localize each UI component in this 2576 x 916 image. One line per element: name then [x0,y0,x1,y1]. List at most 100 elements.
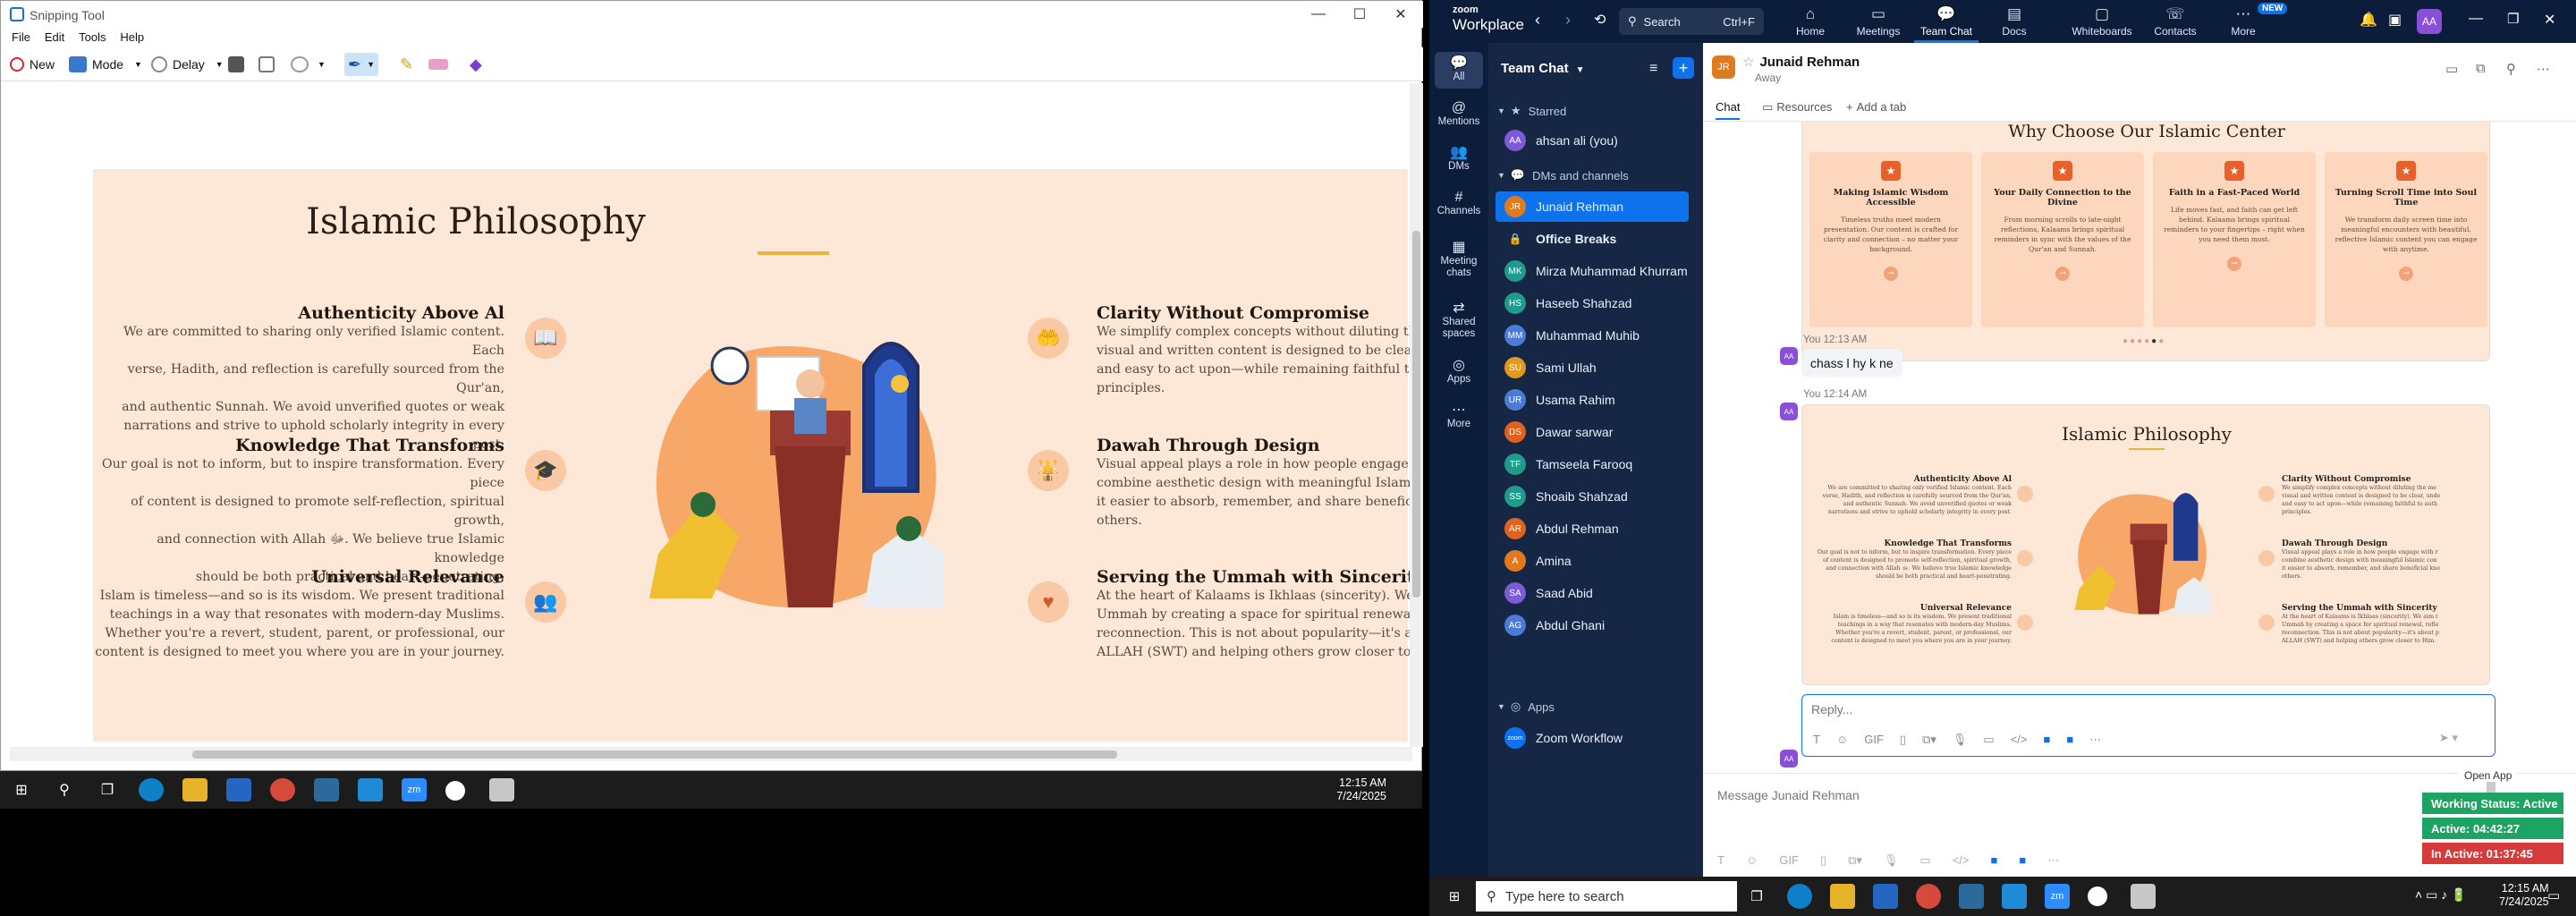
send-icon[interactable]: ➤ ▾ [2439,731,2458,745]
more-icon[interactable]: ⋯ [2047,853,2059,868]
filter-icon[interactable]: ≡ [1649,61,1657,77]
windows-start-icon[interactable]: ⊞ [9,778,34,802]
taskbar-search-input[interactable]: ⚲ Type here to search [1476,881,1737,912]
store-icon[interactable] [226,778,251,802]
app-icon[interactable] [1959,884,1984,909]
list-item[interactable]: SU Sami Ullah [1488,352,1703,383]
rail-dms[interactable]: 👥 DMs [1429,146,1488,173]
save-button[interactable] [228,53,250,76]
clock[interactable]: 12:15 AM 7/24/2025 [2499,882,2549,909]
new-snip-button[interactable]: New [10,53,55,76]
message-image[interactable]: Islamic Philosophy Authenticity Above Al… [1801,404,2490,685]
reply-input[interactable] [1811,700,2473,718]
list-item[interactable]: TF Tamseela Farooq [1488,449,1703,479]
maximize-button[interactable]: ☐ [1339,1,1380,28]
copy-button[interactable] [258,53,280,76]
menu-help[interactable]: Help [120,28,144,47]
mode-button[interactable]: Mode ▼ [69,53,142,76]
list-item[interactable]: A Amina [1488,546,1703,576]
rail-mentions[interactable]: @ Mentions [1429,101,1488,128]
scroll-thumb[interactable] [1412,231,1420,598]
minimize-button[interactable]: — [2469,11,2483,27]
search-icon[interactable]: ⚲ [52,778,77,802]
add-tab-button[interactable]: + Add a tab [1846,100,1906,114]
list-item[interactable]: AG Abdul Ghani [1488,610,1703,640]
delay-button[interactable]: Delay ▼ [151,53,224,76]
menu-file[interactable]: File [12,28,30,47]
code-icon[interactable]: </> [2011,733,2028,747]
section-apps[interactable]: ▼ ◎ Apps [1488,694,1703,719]
new-chat-button[interactable]: + [1673,57,1694,79]
zoom-taskbar-icon[interactable]: zm [2045,884,2070,909]
snipping-tool-taskbar-icon[interactable] [2131,884,2156,909]
app-icon[interactable]: ■ [2066,733,2073,747]
store-icon[interactable] [1873,884,1898,909]
list-item[interactable]: JR Junaid Rehman [1496,191,1689,222]
clock[interactable]: 12:15 AM 7/24/2025 [1336,776,1386,803]
eraser-button[interactable] [428,53,453,76]
edge-icon[interactable] [1787,884,1812,909]
message-input[interactable]: Message Junaid Rehman [1717,782,2415,809]
chrome-icon[interactable] [270,778,295,802]
avatar[interactable]: JR [1712,55,1735,79]
format-icon[interactable]: T [1813,733,1820,747]
notification-icon[interactable]: ▭ [2547,887,2560,903]
minimize-button[interactable]: — [1298,1,1339,28]
app-icon[interactable] [445,781,465,801]
pen-button[interactable]: ✒ ▼ [344,53,379,76]
snipping-tool-taskbar-icon[interactable] [489,778,514,802]
emoji-icon[interactable]: ☺ [1746,853,1758,868]
horizontal-scrollbar[interactable] [10,747,1412,761]
mic-icon[interactable]: 🎙 [1953,733,1968,747]
gif-icon[interactable]: GIF [1779,853,1799,868]
format-icon[interactable]: T [1717,853,1724,868]
task-view-icon[interactable]: ❐ [1744,884,1769,909]
avatar[interactable]: AA [2417,9,2442,34]
list-item[interactable]: MM Muhammad Muhib [1488,320,1703,351]
app-icon[interactable] [2088,886,2107,906]
tab-resources[interactable]: ▭ Resources [1762,100,1832,114]
apps-icon[interactable]: ▣ [2388,11,2402,29]
app-icon[interactable] [314,778,339,802]
search-input[interactable]: ⚲ Search Ctrl+F [1619,8,1764,35]
app-icon[interactable]: ■ [2043,733,2050,747]
vertical-scrollbar[interactable] [1410,83,1423,747]
chrome-icon[interactable] [1916,884,1941,909]
file-icon[interactable]: ▯ [1820,853,1826,868]
rail-shared-spaces[interactable]: ⇄ Shared spaces [1429,301,1488,340]
tray-icons[interactable]: ˄ ▭ ♪ 🔋 [2415,887,2467,903]
file-explorer-icon[interactable] [1830,884,1855,909]
nav-whiteboards[interactable]: ▢ Whiteboards [2059,4,2145,43]
list-item[interactable]: UR Usama Rahim [1488,385,1703,415]
screen-share-icon[interactable]: ⧉ [2476,61,2486,76]
list-item[interactable]: zoom Zoom Workflow [1488,723,1703,753]
app-icon[interactable]: ■ [1990,853,1997,868]
scroll-thumb[interactable] [192,751,1117,759]
nav-contacts[interactable]: ☏ Contacts [2143,4,2207,43]
file-explorer-icon[interactable] [182,778,208,802]
highlighter-button[interactable]: ✎ [400,53,413,76]
zoom-taskbar-icon[interactable]: zm [402,778,427,802]
nav-meetings[interactable]: ▭ Meetings [1846,4,1911,43]
rail-all[interactable]: 💬 All [1435,52,1483,89]
more-icon[interactable]: ⋯ [2089,733,2101,747]
gif-icon[interactable]: GIF [1864,733,1884,747]
list-item[interactable]: DS Dawar sarwar [1488,417,1703,447]
maximize-button[interactable]: ❐ [2507,11,2519,27]
file-icon[interactable]: ▯ [1900,733,1906,747]
task-view-icon[interactable]: ❐ [95,778,120,802]
nav-team-chat[interactable]: 💬 Team Chat [1914,4,1979,43]
list-item[interactable]: 🔒 Office Breaks [1488,224,1703,254]
rail-apps[interactable]: ◎ Apps [1429,359,1488,386]
screenshot-icon[interactable]: ⧉▾ [1848,853,1862,868]
nav-docs[interactable]: ▤ Docs [1982,4,2046,43]
tab-chat[interactable]: Chat [1716,100,1741,120]
list-item[interactable]: AA ahsan ali (you) [1488,125,1703,156]
vscode-icon[interactable] [2002,884,2027,909]
section-dms[interactable]: ▼ 💬 DMs and channels [1488,163,1703,188]
screenshot-icon[interactable]: ⧉▾ [1922,733,1936,747]
bell-icon[interactable]: 🔔 [2360,11,2377,29]
close-button[interactable]: ✕ [1380,1,1421,28]
rail-meeting-chats[interactable]: ▦ Meeting chats [1429,241,1488,279]
forward-arrow-icon[interactable]: › [1565,11,1571,30]
